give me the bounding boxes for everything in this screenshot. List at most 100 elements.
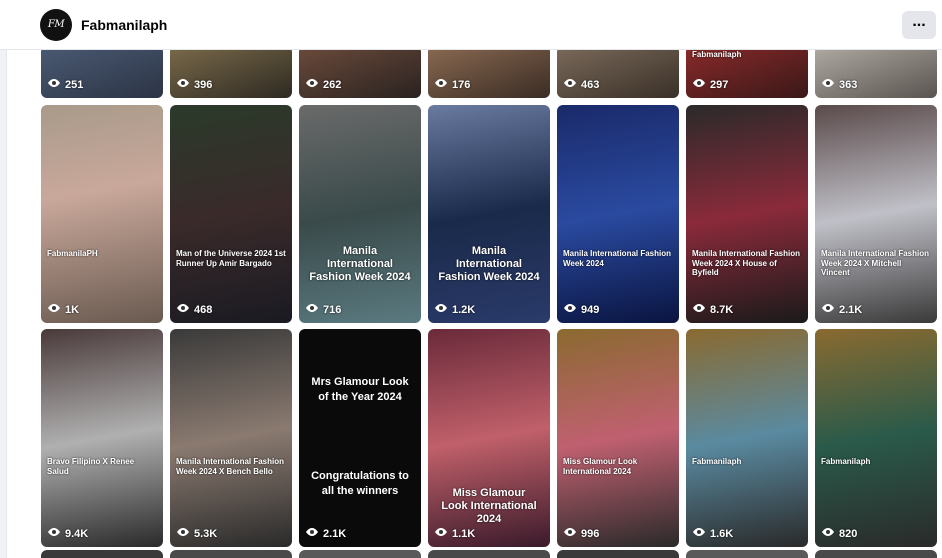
reel-tile[interactable]: Mrs Glamour Look of the Year 2024 Congrat… [299,329,421,547]
reel-tile[interactable]: Fabmanilaph 820 [815,329,937,547]
view-count: 5.3K [176,527,217,540]
view-count-value: 949 [581,303,600,316]
view-count-value: 1K [65,303,80,316]
reel-tile[interactable]: Manila International Fashion Week 2024 1.… [428,105,550,323]
eye-icon [176,78,194,91]
view-count: 1.1K [434,527,475,540]
eye-icon [305,78,323,91]
view-count-value: 396 [194,78,213,91]
reel-caption: Bravo Filipino X Renee Salud [47,457,135,476]
eye-icon [563,303,581,316]
eye-icon [563,78,581,91]
eye-icon [692,527,710,540]
view-count: 468 [176,303,212,316]
reels-grid-container: 251 396 262 176 463 Fabmanilaph 297 363 Fabmanil… [6,50,942,558]
view-count-value: 1.6K [710,527,734,540]
reel-caption: Manila International Fashion Week 2024 [563,249,672,268]
view-count-value: 820 [839,527,858,540]
reel-tile[interactable]: 262 [299,50,421,98]
reel-tile[interactable]: 251 [41,50,163,98]
view-count-value: 176 [452,78,471,91]
reel-tile[interactable]: 363 [815,50,937,98]
view-count-value: 468 [194,303,213,316]
next-row-preview [41,550,941,558]
view-count: 820 [821,527,857,540]
eye-icon [305,527,323,540]
view-count: 363 [821,78,857,91]
view-count: 8.7K [692,303,733,316]
eye-icon [47,78,65,91]
reel-caption: FabmanilaPH [47,249,98,258]
reel-tile[interactable]: Man of the Universe 2024 1st Runner Up A… [170,105,292,323]
reel-tile[interactable]: Manila International Fashion Week 2024 X… [686,105,808,323]
view-count-value: 2.1K [839,303,863,316]
reel-subtitle: Congratulations to all the winners [311,470,409,497]
reel-caption: Miss Glamour Look International 2024 [441,487,537,526]
view-count: 2.1K [305,527,346,540]
reel-tile[interactable]: Manila International Fashion Week 2024 71… [299,105,421,323]
view-count-value: 262 [323,78,342,91]
eye-icon [692,303,710,316]
view-count-value: 1.2K [452,303,476,316]
reel-tile[interactable]: 463 [557,50,679,98]
eye-icon [692,78,710,91]
view-count: 1.6K [692,527,733,540]
reel-tile[interactable]: Fabmanilaph 1.6K [686,329,808,547]
reel-tile[interactable]: Miss Glamour Look International 2024 996 [557,329,679,547]
reel-tile[interactable]: Miss Glamour Look International 2024 1.1K [428,329,550,547]
reel-caption: Manila International Fashion Week 2024 X… [692,249,801,278]
view-count: 1.2K [434,303,475,316]
view-count-value: 363 [839,78,858,91]
view-count-value: 5.3K [194,527,218,540]
view-count-value: 1.1K [452,527,476,540]
reel-tile[interactable]: Manila International Fashion Week 2024 X… [815,105,937,323]
reel-tile[interactable]: 396 [170,50,292,98]
view-count: 1K [47,303,79,316]
reel-tile[interactable]: FabmanilaPH 1K [41,105,163,323]
page-frame: FM Fabmanilaph ... 251 396 262 176 463 Fabman… [0,0,942,558]
eye-icon [47,527,65,540]
eye-icon [821,527,839,540]
avatar[interactable]: FM [40,8,72,41]
eye-icon [821,78,839,91]
view-count-value: 297 [710,78,729,91]
reel-tile[interactable]: Manila International Fashion Week 2024 X… [170,329,292,547]
view-count: 297 [692,78,728,91]
reel-caption: Miss Glamour Look International 2024 [563,457,638,476]
reel-tile[interactable]: Bravo Filipino X Renee Salud 9.4K [41,329,163,547]
view-count-value: 9.4K [65,527,89,540]
view-count-value: 996 [581,527,600,540]
page-header: FM Fabmanilaph ... [0,0,942,50]
reel-tile[interactable]: 176 [428,50,550,98]
view-count: 262 [305,78,341,91]
reel-tile[interactable]: Fabmanilaph 297 [686,50,808,98]
view-count: 2.1K [821,303,862,316]
view-count-value: 251 [65,78,84,91]
page-name[interactable]: Fabmanilaph [81,17,167,33]
eye-icon [47,303,65,316]
view-count: 176 [434,78,470,91]
view-count: 949 [563,303,599,316]
view-count: 396 [176,78,212,91]
view-count: 716 [305,303,341,316]
eye-icon [176,303,194,316]
reel-caption: Manila International Fashion Week 2024 [438,245,540,284]
eye-icon [563,527,581,540]
view-count-value: 8.7K [710,303,734,316]
reel-caption: Manila International Fashion Week 2024 X… [821,249,930,278]
view-count: 251 [47,78,83,91]
eye-icon [434,303,452,316]
reel-caption: Manila International Fashion Week 2024 X… [176,457,285,476]
view-count-value: 716 [323,303,342,316]
eye-icon [434,527,452,540]
more-options-button[interactable]: ... [902,11,936,39]
view-count: 463 [563,78,599,91]
eye-icon [434,78,452,91]
eye-icon [176,527,194,540]
reel-title: Mrs Glamour Look of the Year 2024 [311,376,409,403]
reel-caption: Manila International Fashion Week 2024 [309,245,411,284]
reel-caption: Fabmanilaph [821,457,871,466]
reel-caption: Man of the Universe 2024 1st Runner Up A… [176,249,286,268]
reel-tile[interactable]: Manila International Fashion Week 2024 94… [557,105,679,323]
view-count-value: 2.1K [323,527,347,540]
